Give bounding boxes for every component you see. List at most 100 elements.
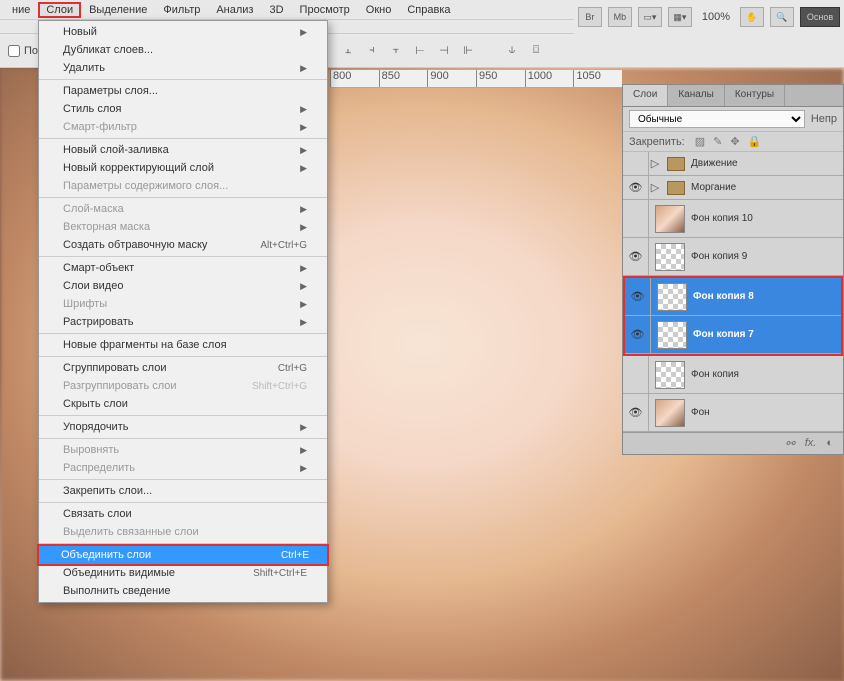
menu-item[interactable]: Закрепить слои... [39, 482, 327, 500]
visibility-toggle[interactable] [625, 316, 651, 353]
visibility-toggle[interactable] [623, 394, 649, 431]
distribute-icon[interactable]: ⫝ [504, 43, 520, 59]
fx-icon[interactable]: fx. [805, 437, 817, 450]
layer-row[interactable]: Фон копия 9 [623, 238, 843, 276]
bridge-button[interactable]: Br [578, 7, 602, 27]
auto-align-icon[interactable]: ⌼ [528, 43, 544, 59]
layer-thumbnail[interactable] [657, 321, 687, 349]
layer-name[interactable]: Фон копия 7 [693, 329, 754, 340]
menu-item[interactable]: Связать слои [39, 505, 327, 523]
menu-item-label: Слои видео [63, 280, 123, 292]
layer-name[interactable]: Фон копия 9 [691, 251, 747, 262]
layer-row[interactable]: Фон копия 7 [625, 316, 841, 354]
layer-group-row[interactable]: ▷ Моргание [623, 176, 843, 200]
menu-item[interactable]: Упорядочить▶ [39, 418, 327, 436]
show-checkbox-input[interactable] [8, 45, 20, 57]
layer-name[interactable]: Фон копия 8 [693, 291, 754, 302]
menu-help[interactable]: Справка [399, 2, 458, 18]
blend-mode-row: Обычные Непр [623, 107, 843, 132]
tab-layers[interactable]: Слои [623, 85, 668, 106]
align-hcenter-icon[interactable]: ⊣ [436, 43, 452, 59]
visibility-toggle[interactable] [623, 200, 649, 237]
submenu-arrow-icon: ▶ [300, 317, 307, 328]
folder-icon [667, 181, 685, 195]
layer-name[interactable]: Фон копия [691, 369, 739, 380]
tab-channels[interactable]: Каналы [668, 85, 725, 106]
menu-item: Выровнять▶ [39, 441, 327, 459]
menu-analysis[interactable]: Анализ [208, 2, 261, 18]
visibility-toggle[interactable] [623, 152, 649, 175]
screen-mode-button[interactable]: ▭▾ [638, 7, 662, 27]
align-right-icon[interactable]: ⊩ [460, 43, 476, 59]
align-vcenter-icon[interactable]: ⫞ [364, 43, 380, 59]
eye-icon [631, 328, 645, 341]
lock-pixels-icon[interactable]: ▨ [695, 135, 705, 148]
menu-filter[interactable]: Фильтр [155, 2, 208, 18]
blend-mode-select[interactable]: Обычные [629, 110, 805, 128]
menu-item[interactable]: Новые фрагменты на базе слоя [39, 336, 327, 354]
minibridge-button[interactable]: Mb [608, 7, 632, 27]
zoom-button[interactable]: 🔍 [770, 7, 794, 27]
lock-brush-icon[interactable]: ✎ [713, 135, 722, 148]
menu-item[interactable]: Сгруппировать слоиCtrl+G [39, 359, 327, 377]
layer-row[interactable]: Фон копия [623, 356, 843, 394]
align-left-icon[interactable]: ⊢ [412, 43, 428, 59]
layer-thumbnail[interactable] [655, 361, 685, 389]
align-top-icon[interactable]: ⫠ [340, 43, 356, 59]
layer-thumbnail[interactable] [657, 283, 687, 311]
menu-edit[interactable]: ние [4, 2, 38, 18]
menu-item[interactable]: Скрыть слои [39, 395, 327, 413]
lock-label: Закрепить: [629, 136, 685, 148]
layer-thumbnail[interactable] [655, 243, 685, 271]
expand-arrow-icon[interactable]: ▷ [649, 181, 661, 194]
layer-thumbnail[interactable] [655, 399, 685, 427]
menu-window[interactable]: Окно [358, 2, 400, 18]
menu-item[interactable]: Новый▶ [39, 23, 327, 41]
menu-3d[interactable]: 3D [261, 2, 291, 18]
hand-button[interactable]: ✋ [740, 7, 764, 27]
lock-move-icon[interactable]: ✥ [730, 135, 739, 148]
layer-name[interactable]: Фон копия 10 [691, 213, 753, 224]
layer-row[interactable]: Фон [623, 394, 843, 432]
menu-item[interactable]: Объединить слоиCtrl+E [37, 544, 329, 566]
align-bottom-icon[interactable]: ⫟ [388, 43, 404, 59]
zoom-level[interactable]: 100% [698, 11, 734, 23]
expand-arrow-icon[interactable]: ▷ [649, 157, 661, 170]
menu-item[interactable]: Стиль слоя▶ [39, 100, 327, 118]
visibility-toggle[interactable] [625, 278, 651, 315]
menu-item-label: Параметры слоя... [63, 85, 158, 97]
lock-all-icon[interactable]: 🔒 [748, 135, 762, 148]
menu-select[interactable]: Выделение [81, 2, 155, 18]
layer-name[interactable]: Моргание [691, 182, 736, 193]
menu-item-label: Векторная маска [63, 221, 150, 233]
menu-item-label: Слой-маска [63, 203, 124, 215]
visibility-toggle[interactable] [623, 238, 649, 275]
essentials-button[interactable]: Основ [800, 7, 840, 27]
submenu-arrow-icon: ▶ [300, 122, 307, 133]
menu-layers[interactable]: Слои [38, 2, 81, 18]
layer-row[interactable]: Фон копия 8 [625, 278, 841, 316]
layer-thumbnail[interactable] [655, 205, 685, 233]
menu-item[interactable]: Выполнить сведение [39, 582, 327, 600]
menu-item[interactable]: Параметры слоя... [39, 82, 327, 100]
layer-name[interactable]: Фон [691, 407, 710, 418]
menu-item[interactable]: Создать обтравочную маскуAlt+Ctrl+G [39, 236, 327, 254]
menu-item[interactable]: Слои видео▶ [39, 277, 327, 295]
visibility-toggle[interactable] [623, 356, 649, 393]
visibility-toggle[interactable] [623, 176, 649, 199]
menu-item[interactable]: Удалить▶ [39, 59, 327, 77]
layer-group-row[interactable]: ▷ Движение [623, 152, 843, 176]
link-icon[interactable]: ⚯ [786, 437, 795, 450]
menu-view[interactable]: Просмотр [292, 2, 358, 18]
layer-row[interactable]: Фон копия 10 [623, 200, 843, 238]
menu-item[interactable]: Новый корректирующий слой▶ [39, 159, 327, 177]
layer-name[interactable]: Движение [691, 158, 738, 169]
menu-item[interactable]: Дубликат слоев... [39, 41, 327, 59]
menu-item[interactable]: Смарт-объект▶ [39, 259, 327, 277]
tab-paths[interactable]: Контуры [725, 85, 785, 106]
menu-item[interactable]: Растрировать▶ [39, 313, 327, 331]
menu-item[interactable]: Объединить видимыеShift+Ctrl+E [39, 564, 327, 582]
mask-icon[interactable]: ◐ [826, 437, 833, 450]
menu-item[interactable]: Новый слой-заливка▶ [39, 141, 327, 159]
arrange-button[interactable]: ▦▾ [668, 7, 692, 27]
